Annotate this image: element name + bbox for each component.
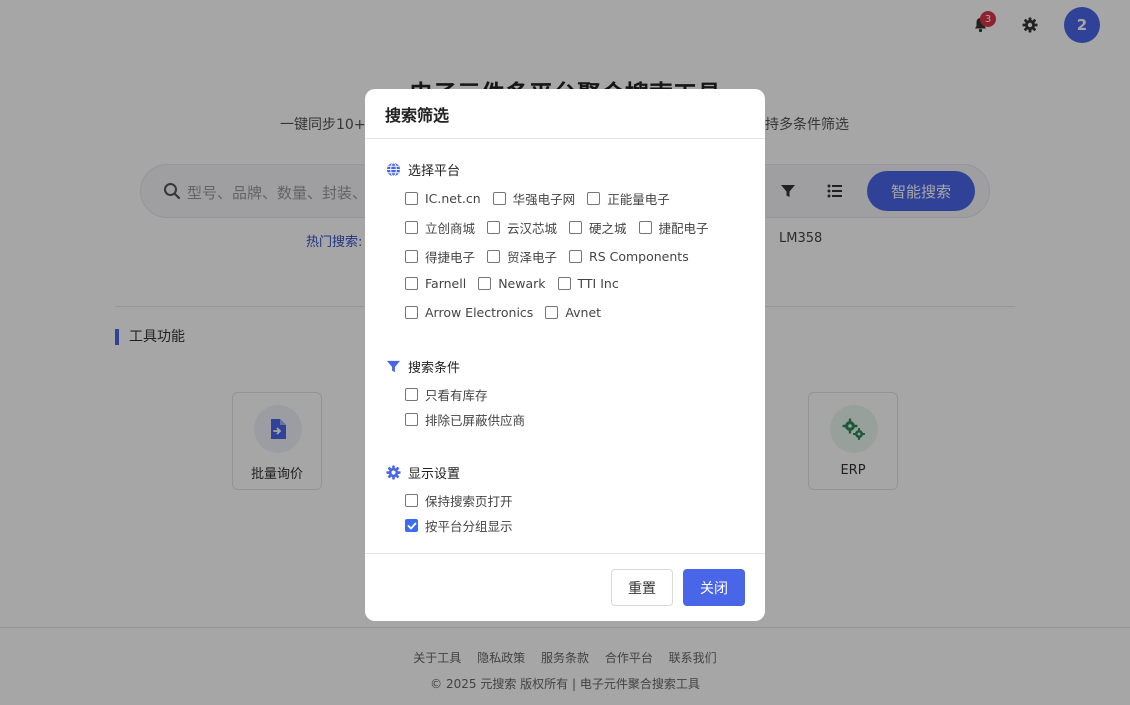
option-label: 捷配电子: [658, 221, 709, 236]
checkbox[interactable]: [492, 192, 506, 205]
platform-option[interactable]: 云汉芯城: [487, 218, 557, 237]
gear-icon: [386, 465, 401, 480]
group-by-platform-option[interactable]: 按平台分组显示: [405, 516, 513, 535]
platform-option[interactable]: Arrow Electronics: [405, 305, 533, 320]
checkbox[interactable]: [569, 250, 583, 263]
checkbox[interactable]: [487, 221, 501, 234]
checkbox[interactable]: [638, 221, 652, 234]
checkbox[interactable]: [405, 221, 418, 234]
globe-icon: [386, 162, 401, 177]
platform-option[interactable]: 立创商城: [405, 218, 475, 237]
platform-option[interactable]: 得捷电子: [405, 247, 475, 266]
option-label: Arrow Electronics: [425, 305, 534, 320]
in-stock-option[interactable]: 只看有库存: [405, 385, 488, 404]
platform-option[interactable]: 捷配电子: [638, 218, 709, 237]
modal-body: 选择平台 IC.net.cn 华强电子网 正能量电子 立创商城 云汉芯城 硬之城…: [365, 139, 765, 553]
checkbox[interactable]: [405, 250, 418, 263]
option-label: 贸泽电子: [507, 250, 558, 265]
option-label: 华强电子网: [512, 192, 576, 207]
checkbox[interactable]: [569, 221, 583, 234]
modal-title: 搜索筛选: [365, 89, 765, 139]
option-label: 正能量电子: [607, 192, 670, 207]
modal-footer: 重置 关闭: [365, 553, 765, 621]
platform-option[interactable]: TTI Inc: [557, 276, 619, 291]
close-button[interactable]: 关闭: [683, 569, 745, 606]
checkbox[interactable]: [405, 192, 418, 205]
platform-option[interactable]: RS Components: [569, 249, 689, 264]
option-label: 只看有库存: [425, 388, 488, 403]
platforms-heading: 选择平台: [386, 160, 460, 179]
exclude-blocked-option[interactable]: 排除已屏蔽供应商: [405, 410, 525, 429]
condition-row: 排除已屏蔽供应商: [405, 410, 537, 429]
platform-option[interactable]: 华强电子网: [492, 189, 576, 208]
filter-icon: [386, 360, 401, 373]
display-row: 按平台分组显示: [405, 516, 525, 535]
option-label: 得捷电子: [425, 250, 476, 265]
platform-option[interactable]: Newark: [478, 276, 546, 291]
platform-row: 立创商城 云汉芯城 硬之城 捷配电子: [405, 218, 721, 237]
platform-row: Arrow Electronics Avnet: [405, 305, 613, 320]
checkbox[interactable]: [487, 250, 501, 263]
conditions-heading: 搜索条件: [386, 357, 460, 376]
option-label: Avnet: [565, 305, 602, 320]
checkbox[interactable]: [587, 192, 601, 205]
platform-option[interactable]: IC.net.cn: [405, 191, 481, 206]
conditions-heading-text: 搜索条件: [408, 361, 461, 376]
platform-row: Farnell Newark TTI Inc: [405, 276, 631, 291]
checkbox[interactable]: [405, 413, 418, 426]
option-label: 排除已屏蔽供应商: [425, 413, 526, 428]
checkbox[interactable]: [405, 388, 418, 401]
platform-option[interactable]: 贸泽电子: [487, 247, 557, 266]
checkbox[interactable]: [557, 277, 571, 290]
checkbox[interactable]: [405, 306, 418, 319]
display-row: 保持搜索页打开: [405, 491, 525, 510]
check-icon: [407, 522, 416, 529]
option-label: Newark: [498, 276, 546, 291]
option-label: TTI Inc: [577, 276, 619, 291]
checkbox-checked[interactable]: [405, 519, 418, 532]
platform-row: 得捷电子 贸泽电子 RS Components: [405, 247, 701, 266]
display-heading-text: 显示设置: [408, 467, 461, 482]
reset-button[interactable]: 重置: [611, 569, 673, 606]
option-label: 保持搜索页打开: [425, 494, 513, 509]
condition-row: 只看有库存: [405, 385, 500, 404]
keep-search-open-option[interactable]: 保持搜索页打开: [405, 491, 513, 510]
search-filter-modal: 搜索筛选 选择平台 IC.net.cn 华强电子网 正能量电子 立创商城 云汉芯…: [365, 89, 765, 621]
option-label: 硬之城: [589, 221, 627, 236]
option-label: Farnell: [425, 276, 467, 291]
platform-option[interactable]: Farnell: [405, 276, 466, 291]
checkbox[interactable]: [478, 277, 492, 290]
option-label: 云汉芯城: [507, 221, 558, 236]
checkbox[interactable]: [405, 494, 418, 507]
option-label: 立创商城: [425, 221, 476, 236]
checkbox[interactable]: [545, 306, 559, 319]
option-label: IC.net.cn: [425, 191, 481, 206]
platform-option[interactable]: Avnet: [545, 305, 601, 320]
option-label: 按平台分组显示: [425, 519, 513, 534]
platforms-heading-text: 选择平台: [408, 164, 461, 179]
display-heading: 显示设置: [386, 463, 460, 482]
platform-option[interactable]: 硬之城: [569, 218, 627, 237]
option-label: RS Components: [589, 249, 689, 264]
checkbox[interactable]: [405, 277, 418, 290]
platform-option[interactable]: 正能量电子: [587, 189, 670, 208]
platform-row: IC.net.cn 华强电子网 正能量电子: [405, 189, 682, 208]
